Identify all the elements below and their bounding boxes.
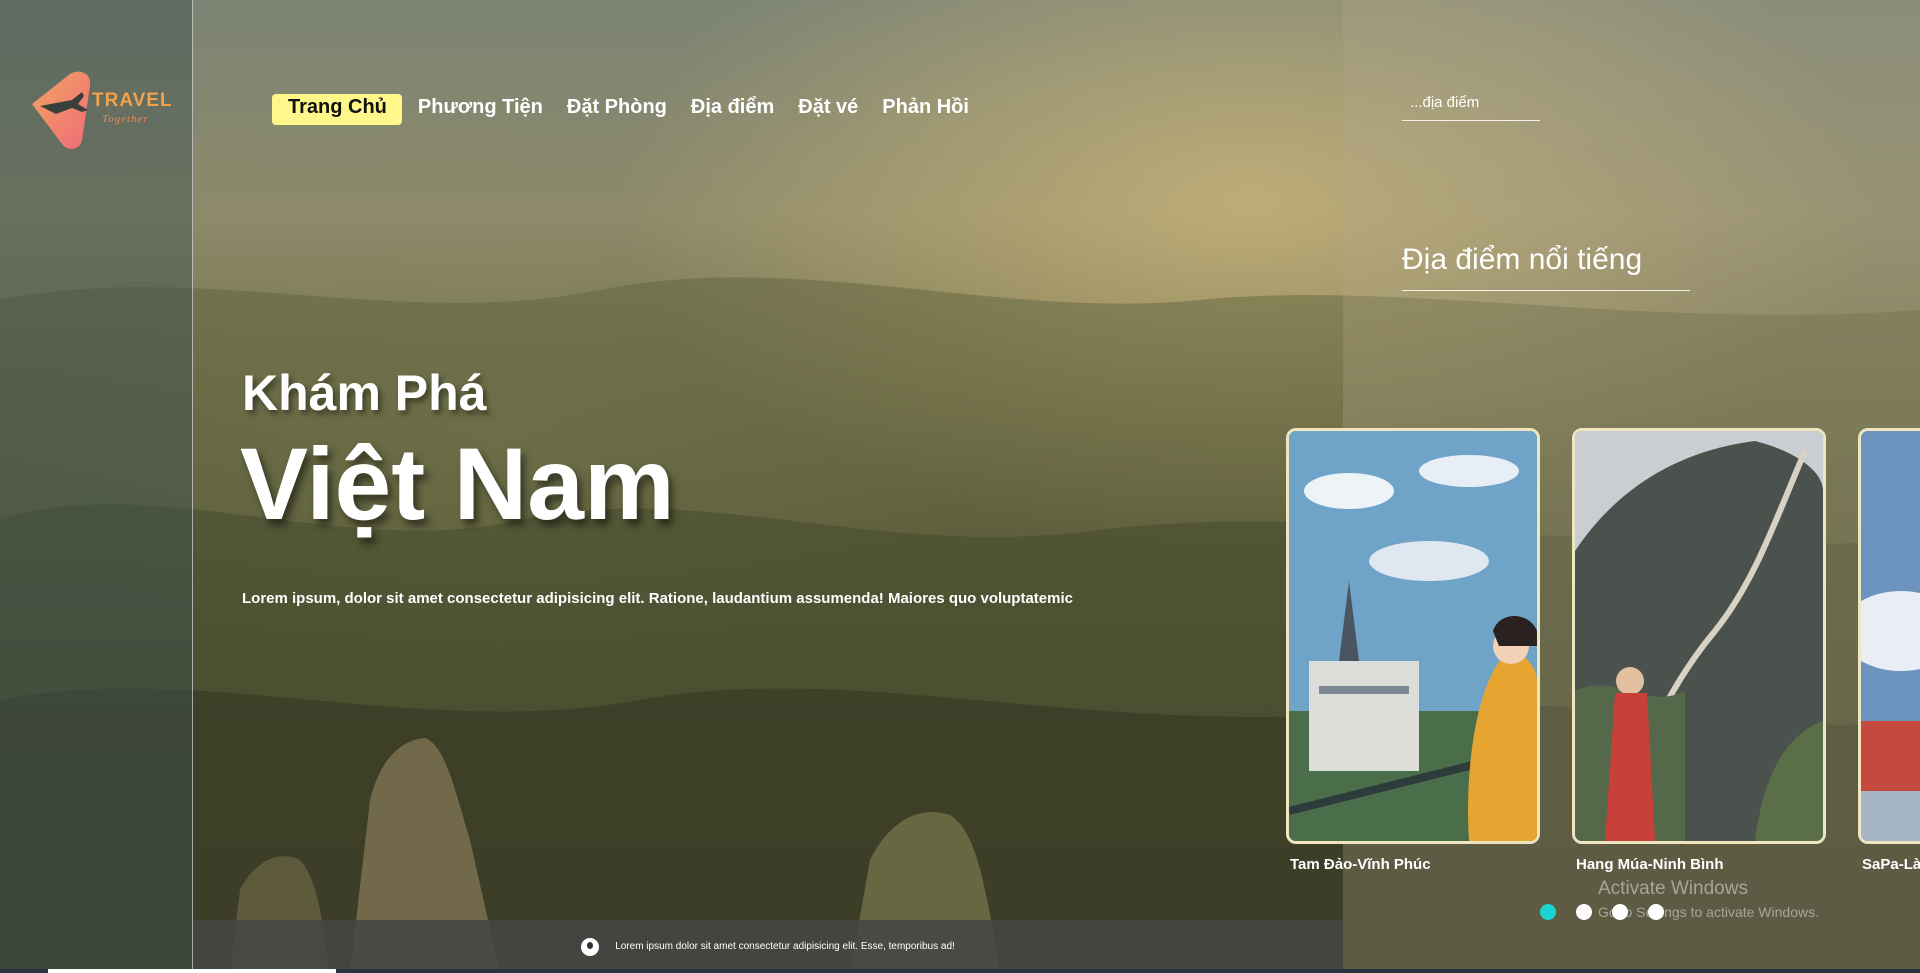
carousel-dot-2[interactable] [1576, 904, 1592, 920]
place-image [1286, 428, 1540, 844]
place-label: Tam Đảo-Vĩnh Phúc [1290, 856, 1431, 873]
place-label: SaPa-Lào Cai [1862, 856, 1920, 873]
hero-description: Lorem ipsum, dolor sit amet consectetur … [242, 590, 1073, 607]
place-card-hang-mua[interactable]: Hang Múa-Ninh Bình [1572, 428, 1826, 873]
carousel-dots [1540, 904, 1664, 920]
bottom-strip [0, 969, 1920, 973]
carousel-dot-1[interactable] [1540, 904, 1556, 920]
nav-dat-ve[interactable]: Đặt vé [790, 94, 866, 125]
watermark-line1: Activate Windows [1598, 878, 1748, 899]
travel-logo[interactable]: TRAVEL Together [22, 70, 172, 150]
hero-title: Việt Nam [240, 427, 675, 541]
nav-phuong-tien[interactable]: Phương Tiện [410, 94, 551, 125]
famous-places-title: Địa điểm nổi tiếng [1402, 243, 1643, 276]
nav-dat-phong[interactable]: Đặt Phòng [559, 94, 675, 125]
nav-dia-diem[interactable]: Địa điểm [683, 94, 782, 125]
hero-subtitle: Khám Phá [242, 365, 487, 421]
place-label: Hang Múa-Ninh Bình [1576, 856, 1724, 873]
place-card-sapa[interactable]: SaPa-Lào Cai [1858, 428, 1920, 873]
footer-text: Lorem ipsum dolor sit amet consectetur a… [615, 941, 955, 952]
carousel-dot-4[interactable] [1648, 904, 1664, 920]
footer-bar: Lorem ipsum dolor sit amet consectetur a… [193, 920, 1343, 973]
logo-title: TRAVEL [92, 90, 172, 111]
scrollbar-thumb[interactable] [48, 969, 336, 973]
famous-places-carousel: Tam Đảo-Vĩnh Phúc Hang Múa-Ninh Bình SaP… [1286, 428, 1920, 888]
place-image [1572, 428, 1826, 844]
logo-subtitle: Together [102, 113, 149, 125]
famous-title-underline [1402, 290, 1690, 291]
main-nav: Trang Chủ Phương Tiện Đặt Phòng Địa điểm… [272, 94, 977, 125]
nav-trang-chu[interactable]: Trang Chủ [272, 94, 402, 125]
nav-phan-hoi[interactable]: Phản Hồi [874, 94, 977, 125]
search-input[interactable] [1402, 84, 1540, 121]
place-image [1858, 428, 1920, 844]
carousel-dot-3[interactable] [1612, 904, 1628, 920]
place-card-tam-dao[interactable]: Tam Đảo-Vĩnh Phúc [1286, 428, 1540, 873]
info-icon [581, 937, 600, 956]
